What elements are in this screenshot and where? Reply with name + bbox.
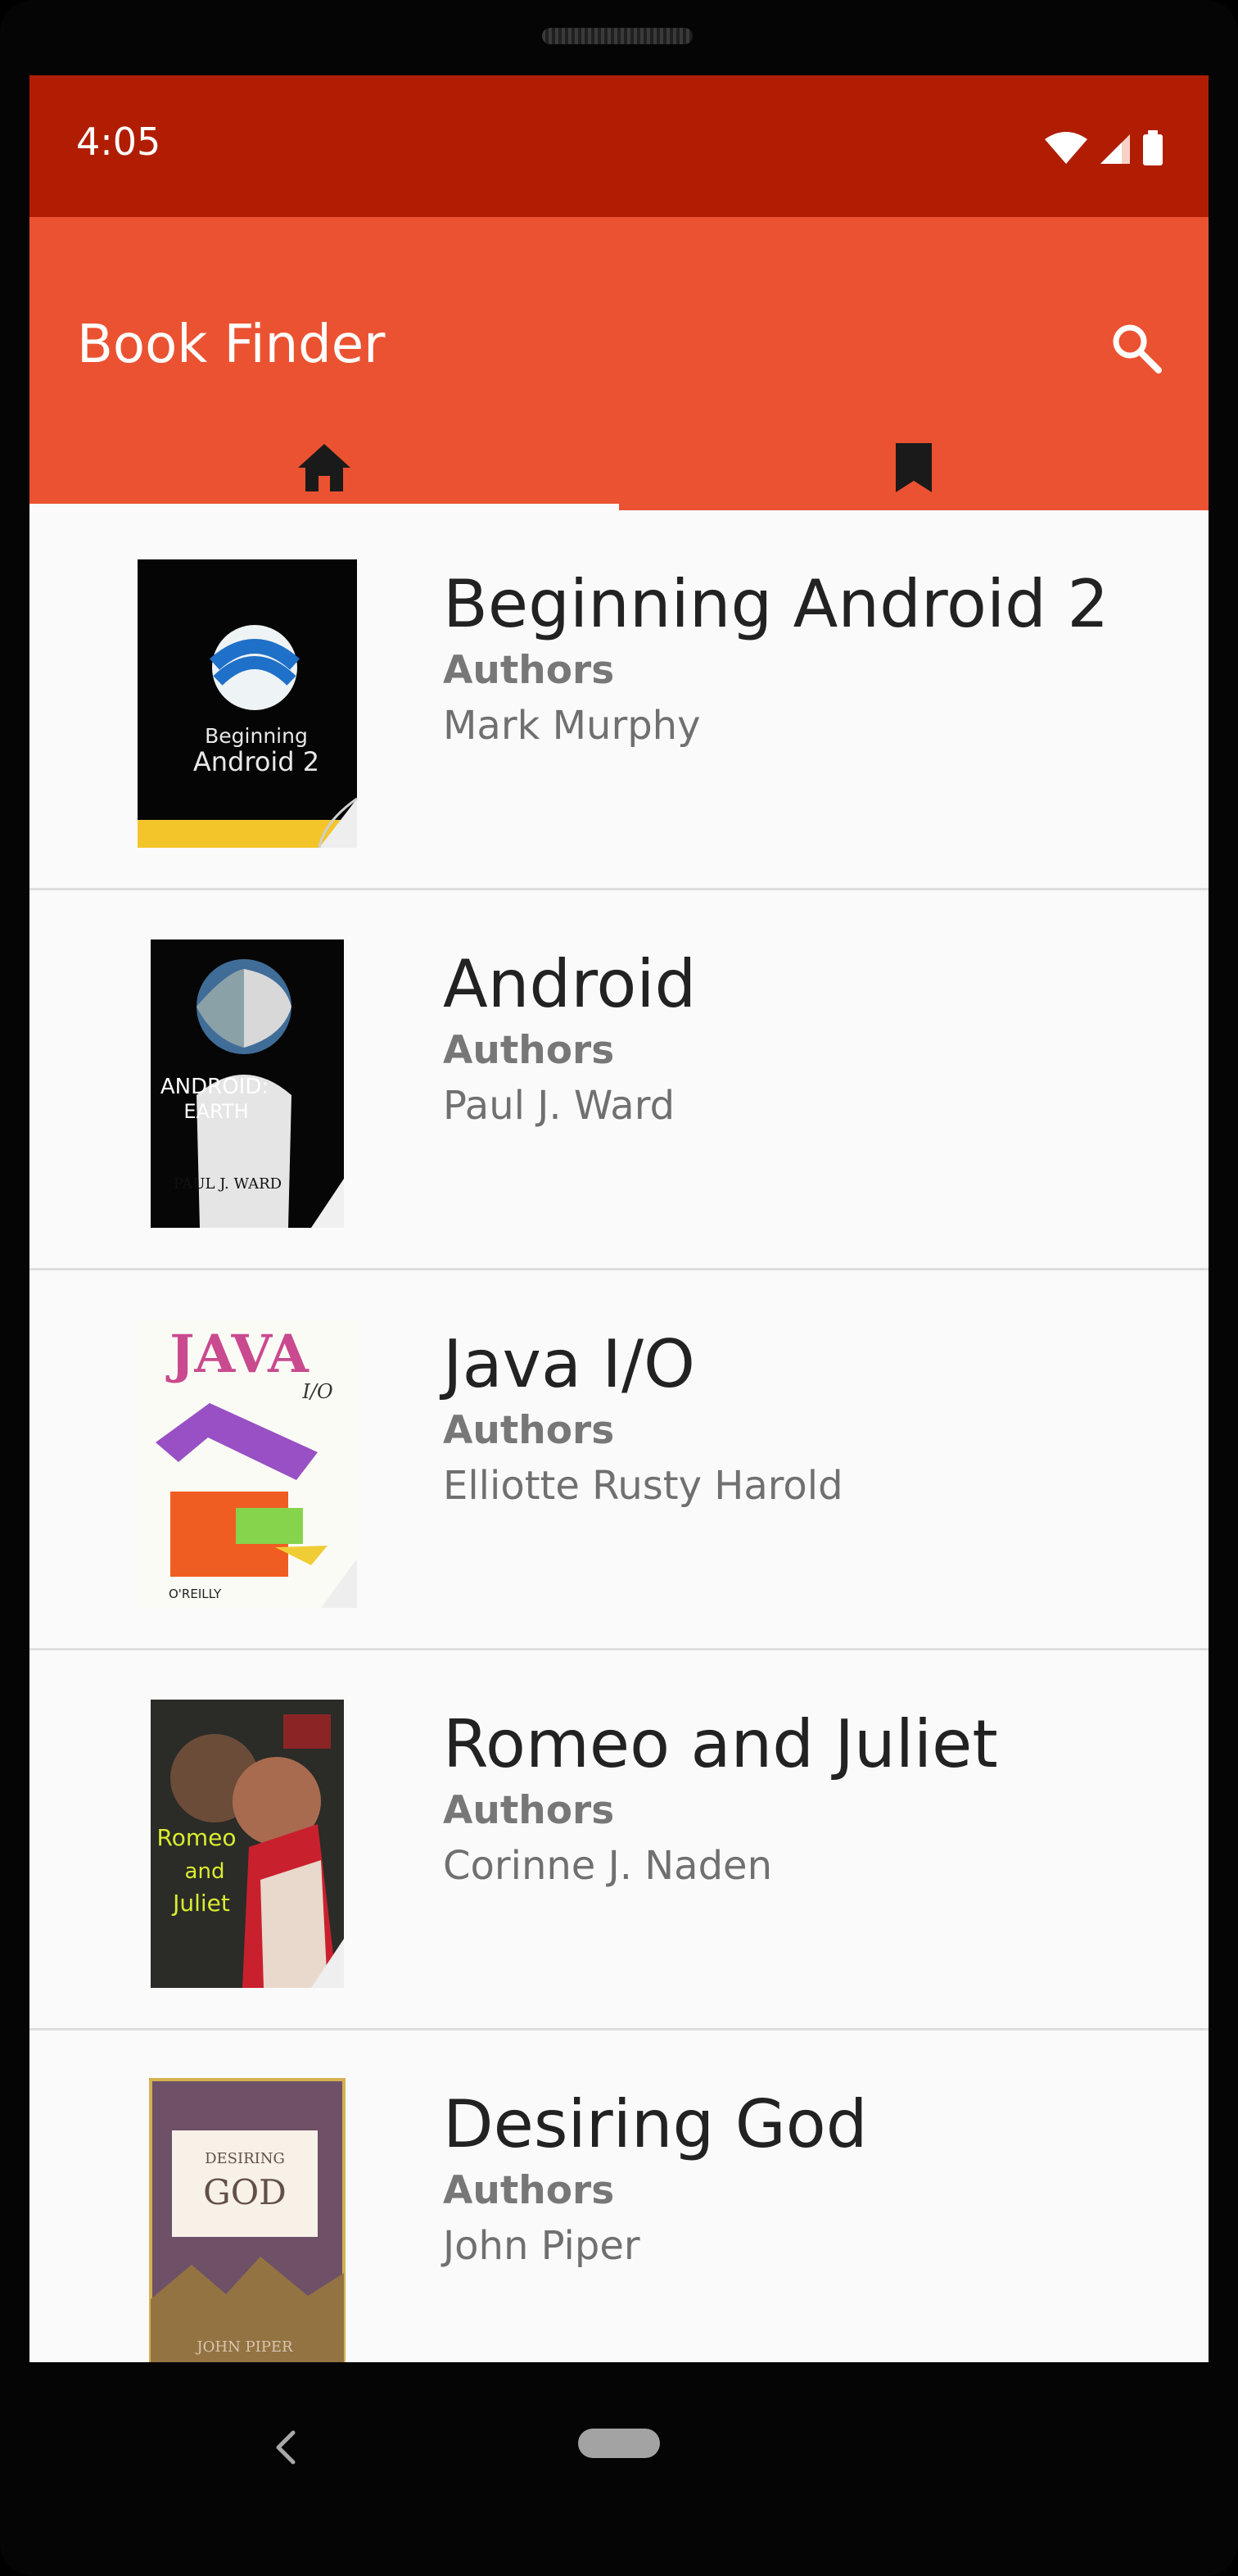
tab-home[interactable] [29, 418, 619, 510]
svg-text:Android 2: Android 2 [193, 746, 319, 777]
book-details: Desiring God Authors John Piper [443, 2090, 1163, 2267]
book-title: Android [443, 946, 697, 1022]
tab-bookmarks[interactable] [619, 418, 1209, 510]
authors-label: Authors [443, 1028, 615, 1073]
book-author: Paul J. Ward [443, 1083, 675, 1130]
book-details: Android Authors Paul J. Ward [443, 950, 1163, 1127]
book-title: Romeo and Juliet [443, 1706, 998, 1782]
status-time: 4:05 [76, 120, 161, 164]
battery-icon [1143, 130, 1163, 165]
svg-text:DESIRING: DESIRING [205, 2150, 285, 2167]
book-list: Beginning Android 2 Beginning Android 2 … [29, 510, 1209, 2362]
book-author: John Piper [443, 2223, 640, 2270]
authors-label: Authors [443, 1408, 615, 1453]
svg-text:JAVA: JAVA [165, 1324, 310, 1385]
book-list-item[interactable]: Beginning Android 2 Beginning Android 2 … [29, 510, 1209, 890]
authors-label: Authors [443, 648, 615, 693]
book-title: Beginning Android 2 [443, 566, 1109, 642]
book-cover-java-io: JAVA I/O O'REILLY [138, 1320, 357, 1608]
status-bar: 4:05 [29, 75, 1209, 217]
svg-text:JOHN PIPER: JOHN PIPER [195, 2338, 293, 2356]
signal-icon [1100, 134, 1130, 164]
bookmark-icon [896, 442, 932, 492]
book-list-item[interactable]: Romeo and Juliet Romeo and Juliet Author… [29, 1650, 1209, 2030]
book-list-item[interactable]: JAVA I/O O'REILLY Java I/O Authors Ellio… [29, 1270, 1209, 1650]
app-title: Book Finder [77, 315, 386, 375]
authors-label: Authors [443, 2168, 615, 2213]
home-icon [298, 443, 350, 491]
svg-text:and: and [185, 1859, 225, 1884]
svg-text:Romeo: Romeo [157, 1824, 237, 1851]
svg-text:O'REILLY: O'REILLY [169, 1587, 222, 1601]
book-list-item[interactable]: ANDROID: EARTH PAUL J. WARD Android Auth… [29, 890, 1209, 1270]
search-button[interactable] [1104, 315, 1169, 381]
book-title: Desiring God [443, 2086, 868, 2162]
home-navigation-pill[interactable] [578, 2429, 660, 2458]
wifi-icon [1045, 132, 1087, 164]
book-list-item[interactable]: DESIRING GOD JOHN PIPER Desiring God Aut… [29, 2030, 1209, 2362]
book-details: Romeo and Juliet Authors Corinne J. Nade… [443, 1710, 1163, 1887]
app-bar: Book Finder [29, 217, 1209, 510]
speaker-grille [542, 28, 693, 44]
svg-text:Juliet: Juliet [171, 1890, 230, 1917]
svg-text:GOD: GOD [203, 2172, 287, 2212]
svg-text:I/O: I/O [301, 1380, 333, 1403]
book-details: Beginning Android 2 Authors Mark Murphy [443, 570, 1163, 747]
app-screen: 4:05 Book Finder Beginning Android 2 Beg… [29, 75, 1209, 2362]
svg-text:ANDROID:: ANDROID: [160, 1075, 269, 1099]
system-navigation-bar [0, 2362, 1238, 2531]
book-title: Java I/O [443, 1326, 695, 1402]
book-cover-romeo-and-juliet: Romeo and Juliet [151, 1700, 344, 1988]
search-icon [1113, 324, 1162, 373]
book-author: Corinne J. Naden [443, 1843, 772, 1890]
book-author: Elliotte Rusty Harold [443, 1463, 843, 1510]
book-author: Mark Murphy [443, 703, 701, 749]
tab-bar [29, 418, 1209, 510]
book-cover-desiring-god: DESIRING GOD JOHN PIPER [149, 2078, 346, 2362]
book-details: Java I/O Authors Elliotte Rusty Harold [443, 1330, 1163, 1507]
authors-label: Authors [443, 1788, 615, 1833]
svg-text:PAUL J. WARD: PAUL J. WARD [174, 1175, 282, 1193]
selected-tab-indicator [29, 504, 619, 510]
svg-text:Beginning: Beginning [205, 724, 308, 748]
back-icon[interactable] [270, 2428, 303, 2467]
status-icons [1043, 129, 1164, 167]
book-cover-android: ANDROID: EARTH PAUL J. WARD [151, 939, 344, 1228]
svg-text:EARTH: EARTH [183, 1100, 248, 1123]
book-cover-beginning-android-2: Beginning Android 2 [138, 559, 358, 849]
